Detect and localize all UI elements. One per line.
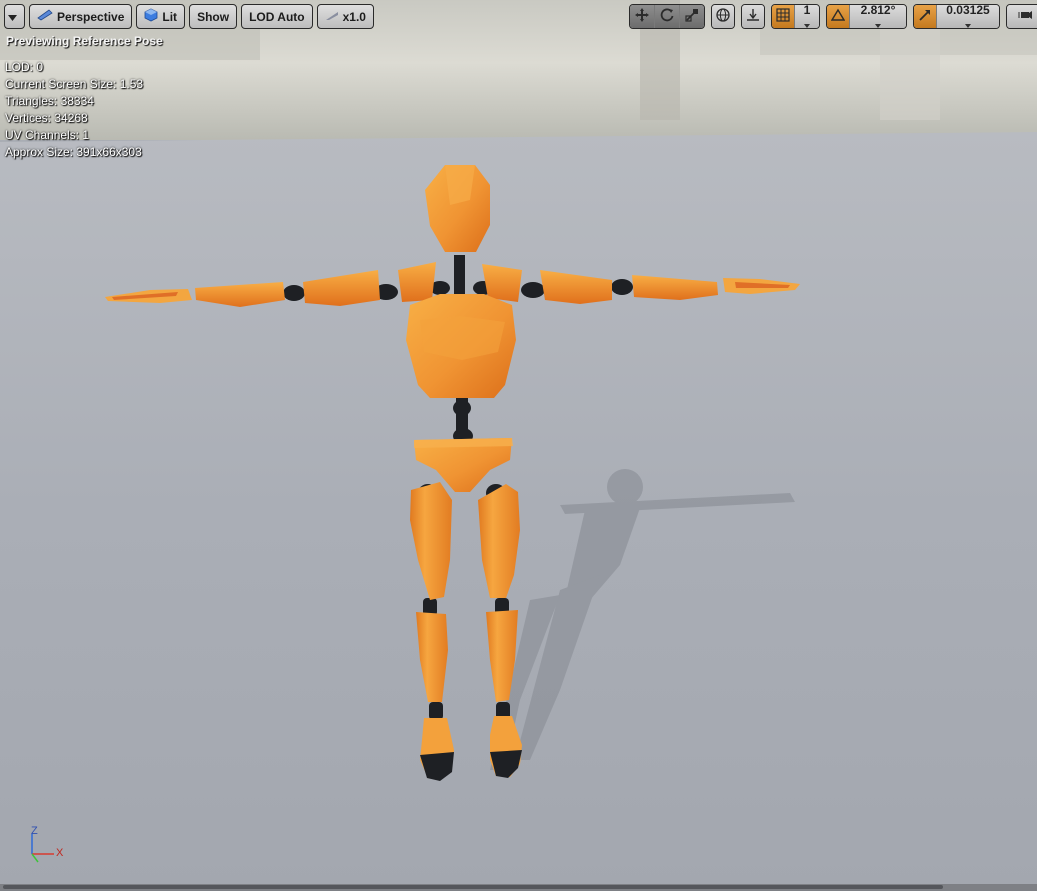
show-label: Show xyxy=(197,9,230,24)
lit-label: Lit xyxy=(162,9,178,24)
camera-speed-icon xyxy=(1017,9,1032,24)
playback-speed-icon xyxy=(325,10,343,24)
surface-snap-icon xyxy=(746,8,760,25)
grid-snap-group: 1 xyxy=(771,4,820,29)
surface-snapping-button[interactable] xyxy=(742,5,764,28)
scale-snap-toggle[interactable] xyxy=(914,5,937,28)
camera-speed-button[interactable]: 4 xyxy=(1007,5,1037,28)
show-button[interactable]: Show xyxy=(189,4,238,29)
grid-icon xyxy=(776,8,790,25)
scale-snap-value: 0.03125 xyxy=(946,4,990,17)
world-coordinates-button[interactable] xyxy=(712,5,734,28)
scene-background xyxy=(0,0,1037,891)
rotation-snap-group: 2.812° xyxy=(826,4,907,29)
translate-mode-button[interactable] xyxy=(630,5,655,28)
perspective-button[interactable]: Perspective xyxy=(29,4,133,29)
surface-snapping-group xyxy=(741,4,765,29)
camera-view-icon xyxy=(37,9,57,24)
grid-snap-toggle[interactable] xyxy=(772,5,795,28)
lit-button[interactable]: Lit xyxy=(136,4,186,29)
chevron-down-icon xyxy=(804,17,810,29)
horizontal-scrollbar[interactable] xyxy=(0,884,1037,891)
playback-speed-label: x1.0 xyxy=(342,9,366,24)
lod-button[interactable]: LOD Auto xyxy=(241,4,313,29)
rotation-snap-value-dropdown[interactable]: 2.812° xyxy=(850,5,906,28)
lit-mode-icon xyxy=(144,8,162,25)
viewport-toolbar-right: 1 2.812° 0.03125 xyxy=(629,4,1037,29)
camera-speed-group: 4 xyxy=(1006,4,1037,29)
playback-speed-button[interactable]: x1.0 xyxy=(316,4,374,29)
rotate-mode-button[interactable] xyxy=(655,5,680,28)
coordinate-system-group xyxy=(711,4,735,29)
transform-mode-group xyxy=(629,4,705,29)
scale-snap-value-dropdown[interactable]: 0.03125 xyxy=(937,5,999,28)
axis-z-label: Z xyxy=(31,825,38,837)
rotate-icon xyxy=(660,8,674,25)
stat-approx-size: Approx Size: 391x66x303 xyxy=(5,145,142,159)
scale-icon xyxy=(685,8,699,25)
stat-vertices: Vertices: 34268 xyxy=(5,111,88,125)
viewport-options-menu-button[interactable] xyxy=(4,4,25,29)
scale-mode-button[interactable] xyxy=(680,5,704,28)
perspective-label: Perspective xyxy=(57,9,125,24)
scrollbar-thumb[interactable] xyxy=(3,885,943,889)
lod-label: LOD Auto xyxy=(249,9,305,24)
stat-lod: LOD: 0 xyxy=(5,60,44,74)
move-icon xyxy=(635,8,649,25)
stat-triangles: Triangles: 38334 xyxy=(5,94,94,108)
axis-gizmo: Z X xyxy=(22,824,72,870)
chevron-down-icon xyxy=(875,17,881,29)
preview-status-text: Previewing Reference Pose xyxy=(6,34,163,48)
stat-screen-size: Current Screen Size: 1.53 xyxy=(5,77,144,91)
angle-icon xyxy=(830,8,846,25)
scale-snap-icon xyxy=(918,8,932,25)
viewport-toolbar-left: Perspective Lit Show LOD Auto x1.0 xyxy=(4,4,378,29)
stat-uv-channels: UV Channels: 1 xyxy=(5,128,90,142)
axis-x-label: X xyxy=(56,847,64,859)
chevron-down-icon xyxy=(965,17,971,29)
viewport[interactable]: Perspective Lit Show LOD Auto x1.0 1 2.8… xyxy=(0,0,1037,891)
rotation-snap-toggle[interactable] xyxy=(827,5,850,28)
scale-snap-group: 0.03125 xyxy=(913,4,1000,29)
grid-snap-value-dropdown[interactable]: 1 xyxy=(795,5,819,28)
rotation-snap-value: 2.812° xyxy=(860,4,896,17)
grid-snap-value: 1 xyxy=(803,4,811,17)
globe-icon xyxy=(716,8,730,25)
chevron-down-icon xyxy=(8,10,21,24)
